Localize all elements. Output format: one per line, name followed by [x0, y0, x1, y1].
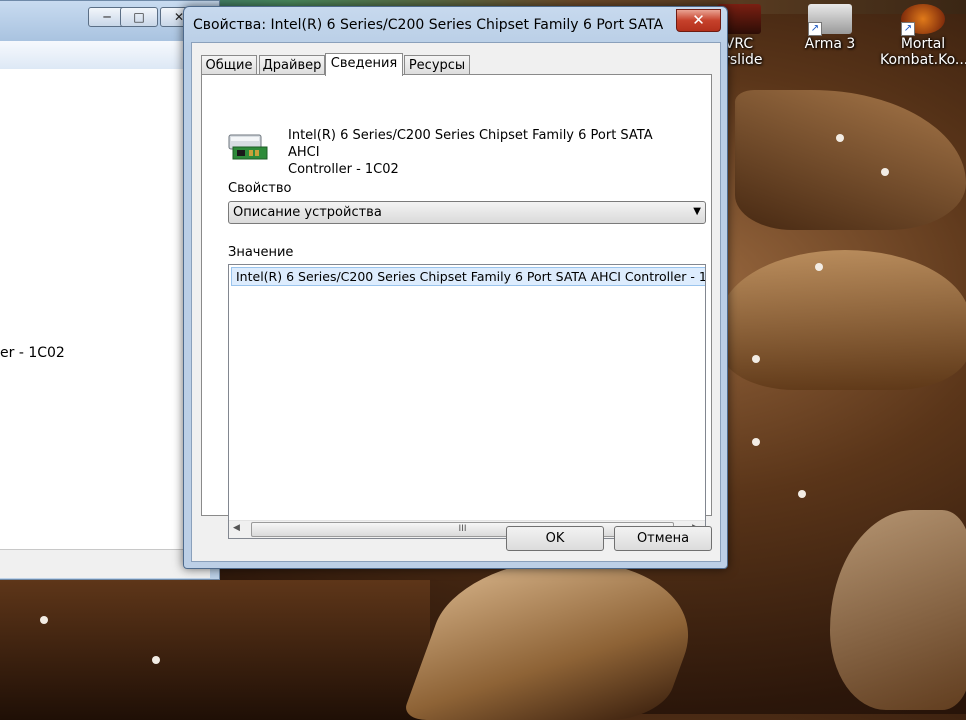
- device-name: Intel(R) 6 Series/C200 Series Chipset Fa…: [288, 127, 688, 178]
- wallpaper-dot: [836, 134, 844, 142]
- details-tab-panel: Intel(R) 6 Series/C200 Series Chipset Fa…: [201, 74, 712, 539]
- wallpaper-dot: [881, 168, 889, 176]
- desktop-icon-mortal-kombat[interactable]: ↗ Mortal Kombat.Ko...: [880, 4, 966, 68]
- storage-controller-icon: [228, 134, 268, 160]
- dialog-title: Свойства: Intel(R) 6 Series/C200 Series …: [193, 17, 663, 33]
- desktop-wallpaper-terrain: [720, 250, 966, 390]
- property-dropdown[interactable]: Описание устройства ▼: [228, 201, 706, 224]
- wallpaper-dot: [752, 438, 760, 446]
- menu-bar: [0, 41, 210, 70]
- dialog-body: Общие Драйвер Сведения Ресурсы Intel(R) …: [191, 42, 721, 562]
- list-item[interactable]: Intel(R) 6 Series/C200 Series Chipset Fa…: [231, 267, 705, 286]
- wallpaper-dot: [815, 263, 823, 271]
- wallpaper-dot: [40, 616, 48, 624]
- desktop-wallpaper-terrain: [830, 510, 966, 710]
- ok-button[interactable]: OK: [506, 526, 604, 551]
- device-name-line: Controller - 1C02: [288, 162, 399, 177]
- property-dropdown-value: Описание устройства: [233, 205, 382, 220]
- tab-driver[interactable]: Драйвер: [259, 55, 325, 75]
- value-listbox[interactable]: Intel(R) 6 Series/C200 Series Chipset Fa…: [228, 264, 706, 539]
- device-properties-dialog: Свойства: Intel(R) 6 Series/C200 Series …: [183, 6, 728, 569]
- cancel-button[interactable]: Отмена: [614, 526, 712, 551]
- status-bar: [0, 549, 210, 578]
- scrollbar-thumb[interactable]: III: [251, 522, 674, 537]
- wallpaper-dot: [152, 656, 160, 664]
- tab-resources[interactable]: Ресурсы: [404, 55, 470, 75]
- desktop-icon-label: Kombat.Ko...: [880, 52, 966, 68]
- wallpaper-dot: [798, 490, 806, 498]
- mortal-kombat-game-icon: ↗: [901, 4, 945, 36]
- device-name-line: Intel(R) 6 Series/C200 Series Chipset Fa…: [288, 128, 653, 160]
- window-content: er - 1C02: [0, 69, 211, 549]
- value-label: Значение: [228, 245, 294, 260]
- desktop-icon-label: Mortal: [900, 36, 946, 52]
- tab-general[interactable]: Общие: [201, 55, 257, 75]
- device-name-fragment: er - 1C02: [0, 345, 65, 361]
- desktop-icon-label: Arma 3: [804, 36, 856, 52]
- arma3-game-icon: ↗: [808, 4, 852, 36]
- wallpaper-dot: [752, 355, 760, 363]
- shortcut-arrow-icon: ↗: [901, 22, 915, 36]
- scroll-left-arrow-icon[interactable]: ◀: [233, 523, 240, 533]
- desktop-wallpaper-terrain: [0, 580, 430, 720]
- maximize-button[interactable]: □: [120, 7, 158, 27]
- tab-details[interactable]: Сведения: [325, 53, 403, 76]
- property-label: Свойство: [228, 181, 292, 196]
- desktop-wallpaper-terrain: [400, 560, 720, 720]
- desktop-wallpaper-terrain: [735, 90, 966, 230]
- chevron-down-icon: ▼: [693, 206, 701, 217]
- desktop-icon-arma3[interactable]: ↗ Arma 3: [787, 4, 873, 52]
- close-button[interactable]: ✕: [676, 9, 721, 32]
- shortcut-arrow-icon: ↗: [808, 22, 822, 36]
